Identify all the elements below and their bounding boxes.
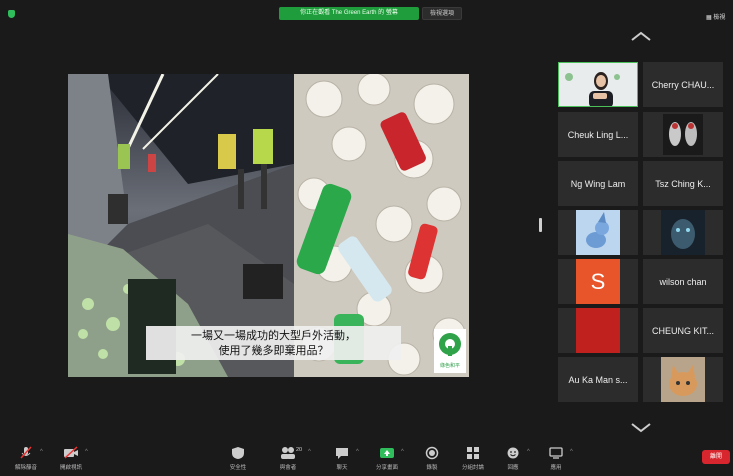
- chevron-up-icon[interactable]: ^: [85, 449, 88, 455]
- chevron-up-icon[interactable]: ^: [401, 449, 404, 455]
- muted-mic-icon: [20, 446, 32, 459]
- participants-button[interactable]: 20 ^ 與會者: [268, 444, 311, 474]
- participant-name: Tsz Ching K...: [655, 178, 711, 189]
- chevron-up-icon[interactable]: ^: [308, 449, 311, 455]
- participant-avatar-image: [643, 112, 723, 157]
- participant-name: CHEUNG KIT...: [651, 325, 714, 336]
- reactions-button[interactable]: ^ 回應: [493, 444, 533, 474]
- security-shield-icon[interactable]: [8, 10, 15, 18]
- apps-label: 應用: [550, 465, 562, 471]
- slide-caption: 一場又一場成功的大型戶外活動， 使用了幾多即棄用品？: [146, 326, 401, 360]
- participant-tile-6[interactable]: Tsz Ching K...: [643, 161, 723, 206]
- view-options-button[interactable]: 檢視選項: [422, 7, 462, 20]
- greenpeace-logo: 綠色和平: [434, 329, 466, 373]
- share-screen-label: 分享畫面: [375, 465, 398, 471]
- chat-label: 聊天: [336, 465, 348, 471]
- participant-tile-video-1[interactable]: [558, 62, 638, 107]
- participant-tile-11[interactable]: [558, 308, 638, 353]
- participant-name: Ng Wing Lam: [570, 178, 626, 189]
- participant-tile-10[interactable]: wilson chan: [643, 259, 723, 304]
- shield-icon: [232, 447, 244, 459]
- share-screen-icon: [380, 448, 394, 458]
- shared-screen: 一場又一場成功的大型戶外活動， 使用了幾多即棄用品？ 綠色和平: [68, 74, 469, 377]
- participant-tile-14[interactable]: [643, 357, 723, 402]
- participants-icon: [281, 447, 295, 459]
- panel-resize-handle[interactable]: [539, 218, 542, 232]
- chevron-up-icon[interactable]: ^: [527, 449, 530, 455]
- chevron-up-icon[interactable]: ^: [570, 449, 573, 455]
- participant-tile-2[interactable]: Cherry CHAU...: [643, 62, 723, 107]
- start-video-label: 開啟視訊: [59, 465, 82, 471]
- view-label: 檢視: [713, 15, 726, 21]
- participant-tile-12[interactable]: CHEUNG KIT...: [643, 308, 723, 353]
- participant-avatar-image: [643, 210, 723, 255]
- participants-count: 20: [296, 447, 303, 453]
- leave-meeting-button[interactable]: 離開: [702, 450, 730, 464]
- chevron-down-icon[interactable]: [630, 422, 652, 434]
- participant-tile-4[interactable]: [643, 112, 723, 157]
- participant-tile-13[interactable]: Au Ka Man s...: [558, 357, 638, 402]
- participant-avatar-cat: [643, 357, 723, 402]
- participant-tile-3[interactable]: Cheuk Ling L...: [558, 112, 638, 157]
- record-label: 錄製: [426, 465, 438, 471]
- screen-share-banner: 你正在觀看 The Green Earth 的 螢幕: [279, 7, 419, 20]
- chevron-up-icon[interactable]: [630, 30, 652, 42]
- share-screen-button[interactable]: ^ 分享畫面: [367, 444, 407, 474]
- apps-icon: [549, 447, 563, 459]
- video-off-icon: [64, 446, 78, 459]
- apps-button[interactable]: ^ 應用: [536, 444, 576, 474]
- participant-avatar-image: [558, 210, 638, 255]
- logo-text: 綠色和平: [439, 363, 460, 369]
- participant-name: Cherry CHAU...: [651, 79, 715, 90]
- chat-button[interactable]: ^ 聊天: [322, 444, 362, 474]
- participant-video-woman: [559, 63, 637, 106]
- security-button[interactable]: 安全性: [218, 444, 258, 474]
- breakout-rooms-button[interactable]: 分組討論: [453, 444, 493, 474]
- start-video-button[interactable]: ^ 開啟視訊: [51, 444, 91, 474]
- caption-line-1: 一場又一場成功的大型戶外活動，: [191, 330, 356, 342]
- participant-name: Cheuk Ling L...: [567, 129, 629, 140]
- participant-avatar-red: [576, 308, 620, 353]
- breakout-rooms-label: 分組討論: [461, 465, 484, 471]
- participant-tile-5[interactable]: Ng Wing Lam: [558, 161, 638, 206]
- reactions-label: 回應: [507, 465, 519, 471]
- security-label: 安全性: [229, 465, 247, 471]
- participant-tile-7[interactable]: [558, 210, 638, 255]
- record-button[interactable]: 錄製: [412, 444, 452, 474]
- unmute-button[interactable]: ^ 解除靜音: [6, 444, 46, 474]
- participant-name: Au Ka Man s...: [568, 374, 628, 385]
- participant-tile-8[interactable]: [643, 210, 723, 255]
- view-button[interactable]: ▦ 檢視: [706, 12, 725, 21]
- participants-label: 與會者: [279, 465, 297, 471]
- caption-line-2: 使用了幾多即棄用品？: [218, 345, 329, 357]
- participant-tile-9[interactable]: S: [558, 259, 638, 304]
- smiley-icon: [507, 447, 519, 459]
- chevron-up-icon[interactable]: ^: [356, 449, 359, 455]
- chat-icon: [336, 448, 348, 459]
- avatar-letter: S: [576, 259, 620, 304]
- chevron-up-icon[interactable]: ^: [40, 449, 43, 455]
- grid-icon: ▦: [706, 15, 712, 21]
- unmute-label: 解除靜音: [14, 465, 37, 471]
- breakout-rooms-icon: [467, 447, 479, 459]
- record-icon: [425, 446, 439, 460]
- participant-name: wilson chan: [659, 276, 707, 287]
